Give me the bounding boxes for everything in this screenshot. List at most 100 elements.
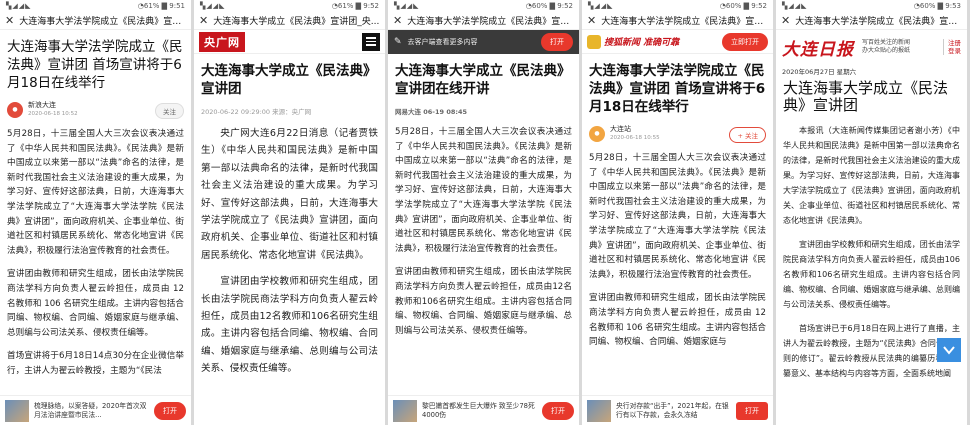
close-icon[interactable]: ✕ bbox=[587, 14, 596, 27]
article: 大连海事大学法学院成立《民法典》宣讲团 首场宣讲将于6月18日在线举行 ● 大连… bbox=[582, 62, 773, 350]
signal-icons: ▚◢◢◣ bbox=[588, 2, 614, 10]
site-header: 央广网 bbox=[194, 30, 385, 54]
status-bar: ▚◢◢◣ ◔60% ▇ 9:52 bbox=[582, 0, 773, 12]
close-icon[interactable]: ✕ bbox=[781, 14, 790, 27]
page-title: 大连海事大学法学院成立《民法典》宣讲团... bbox=[407, 17, 574, 27]
close-icon[interactable]: ✕ bbox=[393, 14, 402, 27]
article-meta: 2020-06-22 09:29:00 来源：央广网 bbox=[201, 108, 312, 116]
site-header: 大连日报 写百姓关注的新闻 办大众贴心的报纸 注册 登录 bbox=[776, 30, 967, 64]
page-title: 大连海事大学法学院成立《民法典》宣讲团_第A... bbox=[795, 17, 962, 27]
article-headline: 大连海事大学成立《民法典》宣讲团在线开讲 bbox=[395, 63, 571, 97]
status-bar: ▚◢◢◣ ◔61% ▇ 9:51 bbox=[0, 0, 191, 12]
page-title: 大连海事大学法学院成立《民法典》宣讲团... bbox=[601, 17, 768, 27]
phone-dalian-daily: ▚◢◢◣ ◔60% ▇ 9:53 ✕ 大连海事大学法学院成立《民法典》宣讲团_第… bbox=[776, 0, 967, 425]
browser-title-bar: ✕ 大连海事大学法学院成立《民法典》宣讲团_第A... bbox=[776, 12, 967, 30]
browser-title-bar: ✕ 大连海事大学法学院成立《民法典》宣讲团... bbox=[388, 12, 579, 30]
publish-date: 2020-06-18 10:55 bbox=[610, 135, 660, 141]
slogan-line-1: 写百姓关注的新闻 bbox=[862, 39, 911, 46]
avatar[interactable]: ● bbox=[7, 101, 23, 118]
follow-button[interactable]: + 关注 bbox=[729, 127, 766, 143]
register-link[interactable]: 注册 bbox=[948, 39, 961, 47]
article-meta: 网易大连 06-19 08:45 bbox=[395, 108, 468, 116]
recommend-text[interactable]: 黎巴嫩首都发生巨大爆炸 致至少78死4000伤 bbox=[422, 402, 538, 420]
battery-time: ◔61% ▇ 9:52 bbox=[331, 2, 379, 10]
article-paragraph-2: 宣讲团由学校教师和研究生组成，团长由法学院民商法学科方向负责人翟云岭担任，成员由… bbox=[201, 276, 378, 375]
recommend-text[interactable]: 央行对存款“出手”，2021年起，在银行有以下存款，会永久冻结 bbox=[616, 402, 732, 420]
recommend-text[interactable]: 梳理脉络，以案答疑，2020年首次双月法治讲座暨市民法... bbox=[34, 402, 150, 420]
battery-time: ◔61% ▇ 9:51 bbox=[137, 2, 185, 10]
article-paragraph-1: 央广网大连6月22日消息（记者贾铁生）《中华人民共和国民法典》是新中国第一部以法… bbox=[201, 128, 378, 261]
browser-title-bar: ✕ 大连海事大学成立《民法典》宣讲团_央... bbox=[194, 12, 385, 30]
signal-icons: ▚◢◢◣ bbox=[394, 2, 420, 10]
signal-icons: ▚◢◢◣ bbox=[6, 2, 32, 10]
battery-time: ◔60% ▇ 9:52 bbox=[719, 2, 767, 10]
article: 大连海事大学成立《民法典》宣讲团 本报讯（大连新闻传媒集团记者谢小芳）《中华人民… bbox=[776, 80, 967, 381]
promo-text: 去客户端查看更多内容 bbox=[407, 38, 478, 46]
article: 大连海事大学成立《民法典》宣讲团 2020-06-22 09:29:00 来源：… bbox=[194, 62, 385, 378]
open-app-button[interactable]: 立即打开 bbox=[722, 32, 768, 51]
sohu-logo-icon bbox=[587, 34, 601, 49]
chevron-down-icon bbox=[943, 346, 955, 355]
author-row: ● 大连站 2020-06-18 10:55 + 关注 bbox=[589, 125, 766, 143]
publish-date: 2020-06-18 10:52 bbox=[28, 111, 78, 117]
article-headline: 大连海事大学成立《民法典》宣讲团 bbox=[201, 63, 377, 97]
signal-icons: ▚◢◢◣ bbox=[782, 2, 808, 10]
page-title: 大连海事大学法学院成立《民法典》宣讲团 bbox=[19, 17, 186, 27]
site-logo[interactable]: 大连日报 bbox=[782, 35, 854, 60]
open-app-button[interactable]: 打开 bbox=[154, 401, 186, 420]
recommend-bar[interactable]: 央行对存款“出手”，2021年起，在银行有以下存款，会永久冻结 打开 bbox=[582, 395, 773, 425]
site-slogan: 写百姓关注的新闻 办大众贴心的报纸 bbox=[862, 39, 910, 55]
phone-cnr: ▚◢◢◣ ◔61% ▇ 9:52 ✕ 大连海事大学成立《民法典》宣讲团_央...… bbox=[194, 0, 385, 425]
site-logo[interactable]: 搜狐新闻 准确可靠 bbox=[604, 35, 679, 48]
issue-date: 2020年06月27日 星期六 bbox=[782, 68, 857, 76]
article-headline: 大连海事大学法学院成立《民法典》宣讲团 首场宣讲将于6月18日在线举行 bbox=[589, 63, 766, 115]
article: 大连海事大学法学院成立《民法典》宣讲团 首场宣讲将于6月18日在线举行 ● 新浪… bbox=[0, 38, 191, 379]
phone-sohu: ▚◢◢◣ ◔60% ▇ 9:52 ✕ 大连海事大学法学院成立《民法典》宣讲团..… bbox=[582, 0, 773, 425]
signal-icons: ▚◢◢◣ bbox=[200, 2, 226, 10]
article: 大连海事大学成立《民法典》宣讲团在线开讲 网易大连 06-19 08:45 5月… bbox=[388, 62, 579, 338]
article-headline: 大连海事大学成立《民法典》宣讲团 bbox=[783, 79, 949, 114]
recommend-thumbnail[interactable] bbox=[393, 399, 417, 422]
phone-netease: ▚◢◢◣ ◔60% ▇ 9:52 ✕ 大连海事大学法学院成立《民法典》宣讲团..… bbox=[388, 0, 579, 425]
recommend-thumbnail[interactable] bbox=[5, 399, 29, 422]
status-bar: ▚◢◢◣ ◔61% ▇ 9:52 bbox=[194, 0, 385, 12]
menu-icon[interactable] bbox=[362, 32, 380, 51]
pen-icon: ✎ bbox=[394, 37, 402, 47]
screenshot-strip: ▚◢◢◣ ◔61% ▇ 9:51 ✕ 大连海事大学法学院成立《民法典》宣讲团 大… bbox=[0, 0, 970, 425]
open-recommend-button[interactable]: 打开 bbox=[542, 401, 574, 420]
article-paragraph-2: 宣讲团由教师和研究生组成，团长由法学院民商法学科方向负责人翟云岭担任，成员由12… bbox=[395, 267, 572, 336]
open-recommend-button[interactable]: 打开 bbox=[736, 401, 768, 420]
article-paragraph-2: 宣讲团由学校教师和研究生组成，团长由法学院民商法学科方向负责人翟云岭担任，成员由… bbox=[783, 240, 960, 309]
page-title: 大连海事大学成立《民法典》宣讲团_央... bbox=[213, 17, 380, 27]
battery-time: ◔60% ▇ 9:52 bbox=[525, 2, 573, 10]
app-promo-bar: ✎ 去客户端查看更多内容 打开 bbox=[388, 30, 579, 54]
status-bar: ▚◢◢◣ ◔60% ▇ 9:53 bbox=[776, 0, 967, 12]
recommend-thumbnail[interactable] bbox=[587, 399, 611, 422]
author-name: 大连站 bbox=[610, 125, 631, 133]
browser-title-bar: ✕ 大连海事大学法学院成立《民法典》宣讲团... bbox=[582, 12, 773, 30]
login-register-link[interactable]: 注册 登录 bbox=[943, 39, 961, 55]
article-paragraph-1: 本报讯（大连新闻传媒集团记者谢小芳）《中华人民共和国民法典》是新中国第一部以法典… bbox=[783, 126, 960, 225]
article-paragraph-3: 首场宣讲已于6月18日在网上进行了直播，主讲人为翟云岭教授，主题为“《民法典》合… bbox=[783, 324, 960, 378]
site-logo[interactable]: 央广网 bbox=[199, 31, 245, 52]
close-icon[interactable]: ✕ bbox=[199, 14, 208, 27]
open-app-button[interactable]: 打开 bbox=[541, 33, 573, 51]
follow-button[interactable]: 关注 bbox=[155, 103, 184, 119]
recommend-bar[interactable]: 梳理脉络，以案答疑，2020年首次双月法治讲座暨市民法... 打开 bbox=[0, 395, 191, 425]
avatar[interactable]: ● bbox=[589, 125, 605, 142]
author-row: ● 新浪大连 2020-06-18 10:52 关注 bbox=[7, 101, 184, 119]
recommend-bar[interactable]: 黎巴嫩首都发生巨大爆炸 致至少78死4000伤 打开 bbox=[388, 395, 579, 425]
browser-title-bar: ✕ 大连海事大学法学院成立《民法典》宣讲团 bbox=[0, 12, 191, 30]
close-icon[interactable]: ✕ bbox=[5, 14, 14, 27]
slogan-line-2: 办大众贴心的报纸 bbox=[862, 47, 911, 54]
login-link[interactable]: 登录 bbox=[948, 47, 961, 55]
article-paragraph-2: 宣讲团由教师和研究生组成，团长由法学院民商法学科方向负责人翟云岭担任，成员由 1… bbox=[7, 269, 184, 338]
author-name: 新浪大连 bbox=[28, 101, 56, 109]
article-headline: 大连海事大学法学院成立《民法典》宣讲团 首场宣讲将于6月18日在线举行 bbox=[7, 39, 183, 91]
site-header: 搜狐新闻 准确可靠 立即打开 bbox=[582, 30, 773, 54]
article-paragraph-1: 5月28日，十三届全国人大三次会议表决通过了《中华人民共和国民法典》。《民法典》… bbox=[7, 129, 184, 256]
status-bar: ▚◢◢◣ ◔60% ▇ 9:52 bbox=[388, 0, 579, 12]
scroll-down-button[interactable] bbox=[937, 338, 961, 362]
phone-sina: ▚◢◢◣ ◔61% ▇ 9:51 ✕ 大连海事大学法学院成立《民法典》宣讲团 大… bbox=[0, 0, 191, 425]
article-paragraph-1: 5月28日，十三届全国人大三次会议表决通过了《中华人民共和国民法典》。《民法典》… bbox=[395, 127, 572, 254]
